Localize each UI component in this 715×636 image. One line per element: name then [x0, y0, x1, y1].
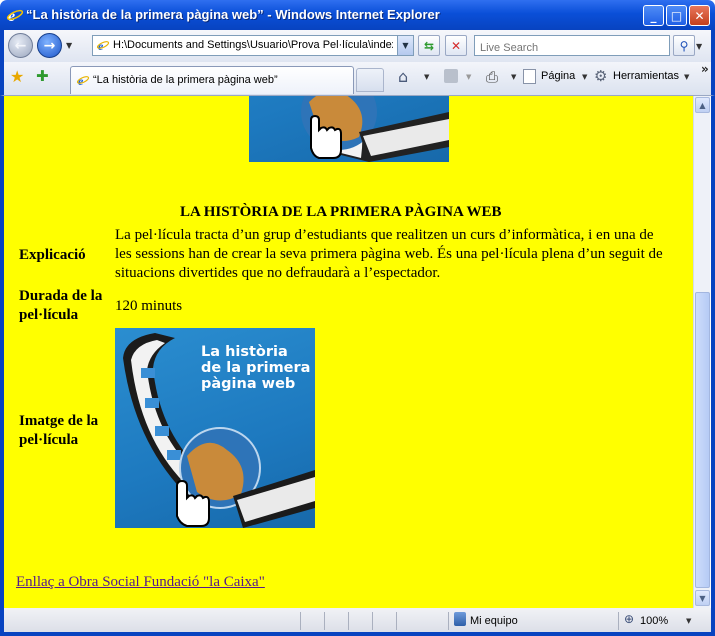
address-url: H:\Documents and Settings\Usuario\Prova …: [113, 39, 393, 51]
page-dropdown-icon[interactable]: ▼: [582, 73, 587, 81]
minimize-icon: _: [650, 8, 657, 23]
new-tab-button[interactable]: [356, 68, 384, 92]
movie-poster-image: La història de la primera pàgina web: [115, 328, 315, 528]
window-border-right: [711, 96, 715, 608]
page-menu[interactable]: Página: [541, 70, 575, 82]
back-arrow-icon: ←: [14, 37, 27, 54]
search-options-icon[interactable]: ▼: [696, 42, 702, 51]
more-commands-chevron[interactable]: »: [701, 62, 709, 76]
poster-graphic: La història de la primera pàgina web: [123, 333, 315, 528]
maximize-icon: □: [670, 8, 683, 23]
close-icon: ✕: [694, 8, 705, 23]
top-film-image: [249, 96, 449, 162]
poster-title: La història de la primera pàgina web: [201, 344, 311, 392]
security-zone-text: Mi equipo: [470, 615, 518, 627]
favorites-star-icon[interactable]: ★: [10, 67, 24, 86]
stop-icon: ✕: [450, 38, 462, 53]
search-button[interactable]: ⚲: [673, 35, 695, 56]
forward-arrow-icon: →: [43, 37, 56, 54]
film-poster-graphic: [301, 96, 449, 162]
ie-logo-icon: e: [6, 8, 24, 24]
text-durada: 120 minuts: [115, 298, 183, 314]
forward-button[interactable]: →: [37, 33, 62, 58]
window-title: “La història de la primera pàgina web” -…: [26, 7, 440, 22]
label-durada: Durada de la pel·lícula: [19, 288, 103, 323]
tab-ie-icon: e: [76, 74, 90, 87]
computer-zone-icon: [454, 612, 466, 626]
obra-social-link[interactable]: Enllaç a Obra Social Fundació "la Caixa": [16, 574, 265, 591]
gear-icon[interactable]: ⚙: [594, 67, 607, 85]
page-heading: LA HISTÒRIA DE LA PRIMERA PÀGINA WEB: [180, 204, 502, 220]
label-explicacio: Explicació: [19, 247, 86, 263]
refresh-button[interactable]: ⇆: [418, 35, 440, 56]
page-content: LA HISTÒRIA DE LA PRIMERA PÀGINA WEB Exp…: [4, 96, 693, 608]
search-icon: ⚲: [679, 38, 689, 53]
address-dropdown-icon[interactable]: ▼: [397, 36, 413, 55]
print-dropdown-icon[interactable]: ▼: [511, 73, 516, 81]
zoom-icon[interactable]: ⊕: [624, 612, 634, 626]
tools-dropdown-icon[interactable]: ▼: [684, 73, 689, 81]
feeds-icon[interactable]: [444, 69, 458, 83]
page-icon[interactable]: [523, 69, 536, 84]
command-bar: ★ ✚ e “La història de la primera pàgina …: [0, 62, 715, 96]
status-bar: Mi equipo ⊕ 100% ▼: [0, 608, 715, 636]
tab-label: “La història de la primera pàgina web”: [93, 74, 278, 86]
svg-text:e: e: [98, 39, 104, 52]
history-dropdown-icon[interactable]: ▼: [66, 41, 72, 50]
scroll-up-icon[interactable]: ▲: [695, 97, 710, 113]
back-button[interactable]: ←: [8, 33, 33, 58]
zoom-level[interactable]: 100%: [640, 615, 668, 627]
vertical-scrollbar[interactable]: ▲ ▼: [693, 96, 710, 608]
feeds-dropdown-icon[interactable]: ▼: [466, 73, 471, 81]
add-favorite-icon[interactable]: ✚: [36, 67, 49, 85]
home-icon[interactable]: ⌂: [398, 67, 408, 86]
label-imatge: Imatge de la pel·lícula: [19, 413, 99, 448]
close-button[interactable]: ✕: [689, 5, 710, 26]
tab-page[interactable]: e “La història de la primera pàgina web”: [70, 66, 354, 94]
home-dropdown-icon[interactable]: ▼: [424, 73, 429, 81]
page-ie-icon: e: [96, 39, 110, 52]
tools-menu[interactable]: Herramientas: [613, 70, 679, 82]
scroll-thumb[interactable]: [695, 292, 710, 588]
search-input[interactable]: [478, 38, 662, 58]
print-icon[interactable]: ⎙: [486, 68, 498, 86]
address-field[interactable]: e H:\Documents and Settings\Usuario\Prov…: [92, 35, 414, 56]
maximize-button[interactable]: □: [666, 5, 687, 26]
search-box: [474, 35, 670, 58]
refresh-icon: ⇆: [423, 38, 435, 53]
svg-text:e: e: [78, 74, 84, 87]
text-explicacio: La pel·lícula tracta d’un grup d’estudia…: [115, 227, 663, 281]
zoom-dropdown-icon[interactable]: ▼: [686, 617, 691, 625]
scroll-down-icon[interactable]: ▼: [695, 590, 710, 606]
title-bar: e “La història de la primera pàgina web”…: [0, 0, 715, 30]
stop-button[interactable]: ✕: [445, 35, 467, 56]
address-toolbar: ← → ▼ e H:\Documents and Settings\Usuari…: [0, 30, 715, 62]
minimize-button[interactable]: _: [643, 5, 664, 26]
